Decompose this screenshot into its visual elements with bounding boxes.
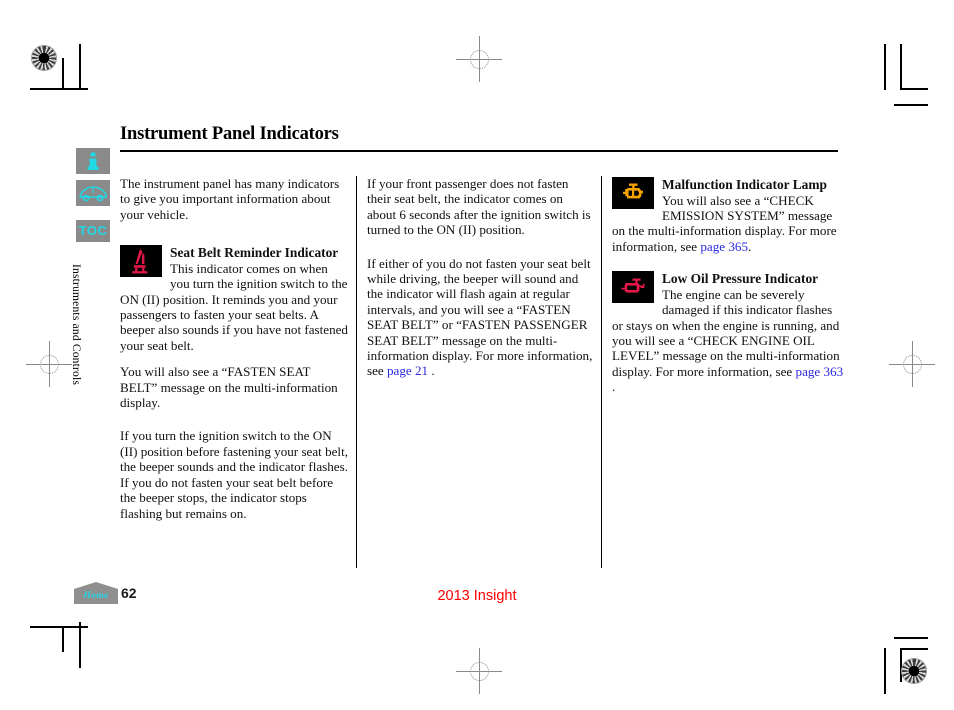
malfunction-indicator-text-end: . (748, 238, 752, 254)
belt-driving-text-end: . (428, 363, 435, 379)
column-3: Malfunction Indicator Lamp You will also… (612, 176, 844, 396)
toc-button[interactable]: TOC (76, 220, 110, 242)
model-year-label: 2013 Insight (437, 588, 517, 604)
info-icon[interactable] (76, 148, 110, 174)
low-oil-pressure-block: Low Oil Pressure Indicator The engine ca… (612, 270, 844, 394)
manual-page: Instrument Panel Indicators TOC Instrume… (0, 0, 954, 710)
belt-driving-paragraph: If either of you do not fasten your seat… (367, 256, 595, 379)
malfunction-indicator-lamp-icon (612, 177, 654, 209)
title-divider (120, 150, 838, 152)
page-reference-link-363[interactable]: page 363 (796, 364, 844, 379)
malfunction-indicator-block: Malfunction Indicator Lamp You will also… (612, 176, 844, 254)
sidebar: TOC (76, 148, 110, 242)
seat-belt-reminder-paragraph-3: If you turn the ignition switch to the O… (120, 428, 348, 521)
column-2: If your front passenger does not fasten … (367, 176, 595, 390)
seat-belt-reminder-block: Seat Belt Reminder Indicator This indica… (120, 244, 348, 353)
page-title: Instrument Panel Indicators (120, 124, 339, 144)
low-oil-pressure-icon (612, 271, 654, 304)
column-divider-2 (601, 176, 602, 568)
passenger-belt-paragraph: If your front passenger does not fasten … (367, 176, 591, 238)
seat-belt-reminder-paragraph-2: You will also see a “FASTEN SEAT BELT” m… (120, 364, 338, 411)
low-oil-pressure-text-end: . (612, 379, 616, 395)
page-reference-link-21[interactable]: page 21 (387, 363, 428, 378)
page-reference-link-365[interactable]: page 365 (700, 239, 748, 254)
column-1: The instrument panel has many indicators… (120, 176, 348, 532)
column-divider-1 (356, 176, 357, 568)
intro-paragraph: The instrument panel has many indicators… (120, 176, 340, 222)
seat-belt-reminder-icon (120, 245, 162, 278)
car-icon[interactable] (76, 180, 110, 206)
sidebar-section-label: Instruments and Controls (70, 264, 82, 386)
belt-driving-text: If either of you do not fasten your seat… (367, 255, 593, 379)
